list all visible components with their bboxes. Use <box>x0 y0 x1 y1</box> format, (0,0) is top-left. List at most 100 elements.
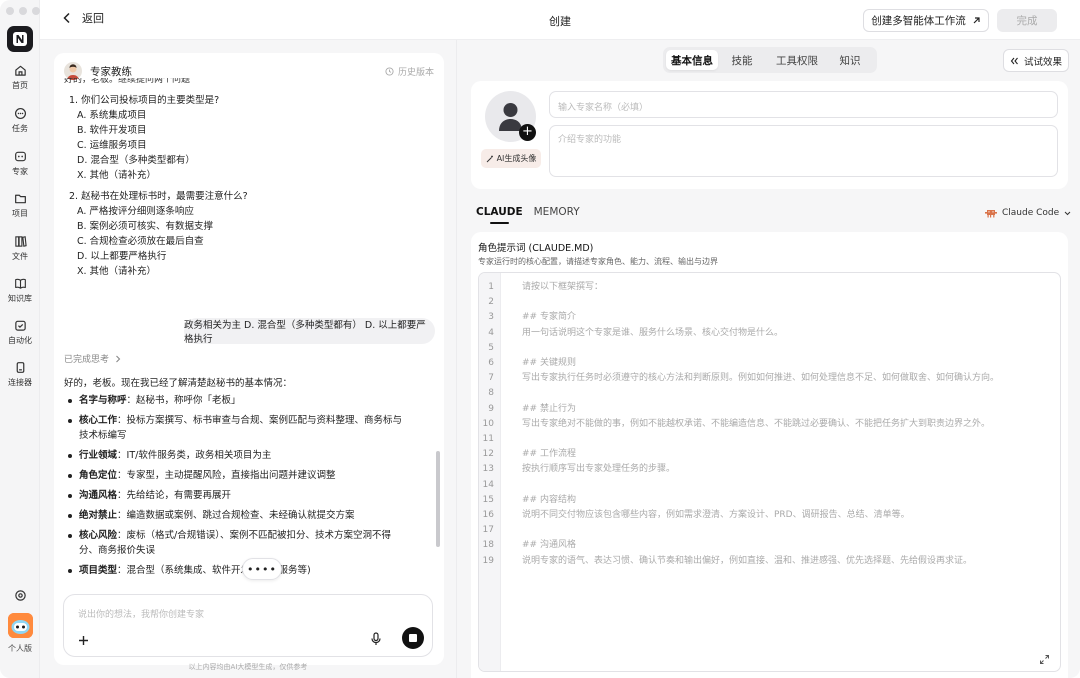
sidebar-item-tasks[interactable]: 任务 <box>0 107 40 134</box>
line-text: 按执行顺序写出专家处理任务的步骤。 <box>522 464 676 475</box>
line-number: 1 <box>488 282 494 292</box>
line-text: ## 内容结构 <box>522 494 576 505</box>
editor-line: 6 ## 关键规则 <box>479 356 1060 371</box>
line-text: 说明专家的语气、表达习惯、确认节奏和输出偏好，例如直接、温和、推进感强、优先选择… <box>522 555 973 566</box>
prompt-editor[interactable]: 1 请按以下框架撰写： 2 3 ## 专家简介 4 用一句话说明这个专家是谁、服务什么场景、… <box>478 272 1061 672</box>
back-label: 返回 <box>82 12 104 25</box>
try-label: 试试效果 <box>1023 56 1062 68</box>
thought-label: 已完成思考 <box>64 355 110 365</box>
basic-info-card: + AI生成头像 输入专家名称（必填） 介绍专家的功能 <box>471 81 1068 189</box>
sidebar-item-files[interactable]: 文件 <box>0 235 40 262</box>
thought-toggle[interactable]: 已完成思考 <box>64 352 121 365</box>
sidebar-item-projects[interactable]: 项目 <box>0 192 40 219</box>
prompt-title: 角色提示词 (CLAUDE.MD) <box>478 243 594 254</box>
add-avatar-button[interactable]: + <box>519 124 536 141</box>
option-item: A. 系统集成项目 <box>77 110 147 121</box>
expert-name-input[interactable]: 输入专家名称（必填） <box>549 91 1058 118</box>
create-multi-agent-workflow-button[interactable]: 创建多智能体工作流 <box>863 9 989 32</box>
engine-selector[interactable]: Claude Code <box>985 208 1071 218</box>
sidebar-item-experts[interactable]: 专家 <box>0 150 40 177</box>
arrow-up-right-icon <box>973 17 980 24</box>
list-item: 核心工作：投标方案撰写、标书审查与合规、案例匹配与资料整理、商务标与技术标编写 <box>68 413 408 443</box>
chat-card: 专家教练 历史版本 好的，老板。继续提问两个问题 1. 你们公司投标项目的主要类… <box>54 53 444 665</box>
folder-icon <box>14 194 26 204</box>
editor-line: 17 <box>479 523 1060 538</box>
line-text: 写出专家绝对不能做的事，例如不能越权承诺、不能编造信息、不能跳过必要确认、不能把… <box>522 418 991 429</box>
minimize-window-button[interactable] <box>19 7 27 15</box>
chevron-down-icon <box>1064 211 1071 215</box>
ai-generate-avatar-button[interactable]: AI生成头像 <box>481 149 541 168</box>
sidebar-item-home[interactable]: 首页 <box>0 64 40 91</box>
stop-generation-button[interactable] <box>402 627 424 649</box>
profile-avatar[interactable] <box>8 613 33 638</box>
reply-intro: 好的，老板。现在我已经了解清楚赵秘书的基本情况： <box>64 378 293 389</box>
multi-agent-label: 创建多智能体工作流 <box>871 15 966 27</box>
try-effect-button[interactable]: 试试效果 <box>1003 49 1069 72</box>
list-item: 名字与称呼：赵秘书，称呼你「老板」 <box>68 393 408 408</box>
files-icon <box>14 236 27 247</box>
more-options-button[interactable]: •••• <box>242 558 282 580</box>
back-button[interactable]: 返回 <box>62 10 104 26</box>
history-version-button[interactable]: 历史版本 <box>385 65 434 78</box>
subtab-memory[interactable]: MEMORY <box>534 206 580 224</box>
tab-basic-info[interactable]: 基本信息 <box>666 50 718 70</box>
close-window-button[interactable] <box>6 7 14 15</box>
double-chevron-left-icon <box>1010 57 1018 64</box>
settings-button[interactable] <box>0 589 40 602</box>
engine-label: Claude Code <box>1002 208 1060 218</box>
line-number: 18 <box>482 540 494 551</box>
home-icon <box>14 65 26 76</box>
expand-editor-button[interactable] <box>1039 650 1050 669</box>
expand-icon <box>1040 655 1049 664</box>
editor-line: 18 ## 沟通风格 <box>479 538 1060 553</box>
question-block-1: 1. 你们公司投标项目的主要类型是? A. 系统集成项目 B. 软件开发项目 C… <box>69 93 219 183</box>
editor-line: 8 <box>479 386 1060 401</box>
bullet-key: 项目类型 <box>79 565 118 576</box>
expert-function-input[interactable]: 介绍专家的功能 <box>549 125 1058 177</box>
logo-icon <box>13 32 27 46</box>
voice-input-button[interactable] <box>370 631 382 650</box>
sidebar-item-label: 任务 <box>12 124 28 133</box>
bullet-key: 角色定位 <box>79 470 118 481</box>
sidebar-item-label: 专家 <box>12 167 28 176</box>
bullet-key: 绝对禁止 <box>79 510 118 521</box>
line-number: 19 <box>482 555 494 566</box>
editor-line: 7 写出专家执行任务时必须遵守的核心方法和判断原则。例如如何推进、如何处理信息不足… <box>479 371 1060 386</box>
done-button[interactable]: 完成 <box>997 9 1057 32</box>
bullet-value: ：专家型，主动提醒风险，直接指出问题并建议调整 <box>117 470 336 481</box>
line-text: ## 沟通风格 <box>522 540 576 551</box>
chat-input[interactable]: 说出你的想法，我帮你创建专家 <box>78 607 204 620</box>
chevron-left-icon <box>63 12 70 24</box>
top-header: 创建 返回 创建多智能体工作流 完成 <box>40 0 1080 40</box>
line-number: 7 <box>488 373 494 384</box>
connector-icon <box>16 362 24 373</box>
subtab-claude[interactable]: CLAUDE <box>476 206 523 224</box>
maximize-window-button[interactable] <box>32 7 40 15</box>
editor-line: 15 ## 内容结构 <box>479 493 1060 508</box>
line-number: 8 <box>488 388 494 399</box>
sidebar-item-automation[interactable]: 自动化 <box>0 319 40 346</box>
line-number: 16 <box>482 510 494 520</box>
option-item: X. 其他（请补充） <box>77 170 157 181</box>
line-text: 用一句话说明这个专家是谁、服务什么场景、核心交付物是什么。 <box>522 327 784 338</box>
option-item: X. 其他（请补充） <box>77 266 157 277</box>
chat-scrollbar[interactable] <box>436 451 440 547</box>
line-text: ## 专家简介 <box>522 312 576 323</box>
tab-skills[interactable]: 技能 <box>718 50 766 70</box>
editor-line: 10 写出专家绝对不能做的事，例如不能越权承诺、不能编造信息、不能跳过必要确认、不… <box>479 417 1060 432</box>
bullet-key: 核心工作 <box>79 415 118 426</box>
editor-line: 2 <box>479 295 1060 310</box>
editor-line: 9 ## 禁止行为 <box>479 402 1060 417</box>
tab-tool-permissions[interactable]: 工具权限 <box>766 50 828 70</box>
tab-knowledge[interactable]: 知识 <box>828 50 872 70</box>
sidebar-item-connectors[interactable]: 连接器 <box>0 361 40 388</box>
editor-line: 13 按执行顺序写出专家处理任务的步骤。 <box>479 462 1060 477</box>
ai-avatar-label: AI生成头像 <box>496 154 537 163</box>
attach-button[interactable] <box>78 632 89 650</box>
sidebar-item-knowledge[interactable]: 知识库 <box>0 277 40 304</box>
chevron-right-icon <box>116 355 121 362</box>
line-number: 4 <box>488 327 494 338</box>
question-block-2: 2. 赵秘书在处理标书时，最需要注意什么? A. 严格按评分细则逐条响应 B. … <box>69 189 248 279</box>
truncated-message: 好的，老板。继续提问两个问题 <box>64 78 191 85</box>
option-item: B. 案例必须可核实、有数据支撑 <box>77 221 214 232</box>
